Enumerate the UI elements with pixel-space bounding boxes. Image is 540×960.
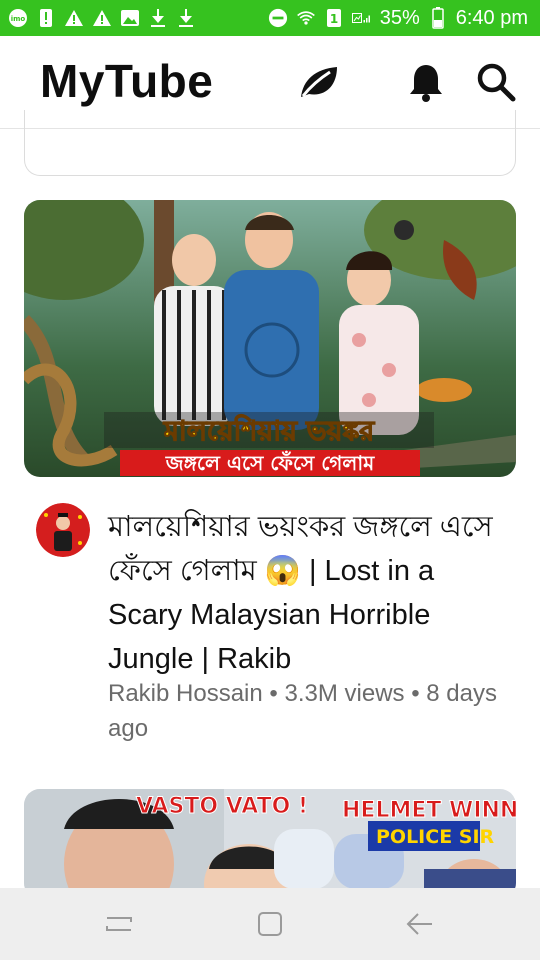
- previous-video-card[interactable]: [24, 110, 516, 176]
- thumbnail-caption-line1: মালয়েশিয়ায় ভয়ঙ্কর: [163, 414, 375, 447]
- leaf-icon: [301, 67, 337, 97]
- video-title[interactable]: মালয়েশিয়ার ভয়ংকর জঙ্গলে এসে ফেঁসে গেল…: [108, 505, 498, 681]
- home-icon: [258, 912, 282, 936]
- recents-icon: [106, 917, 132, 931]
- thumbnail-text-right-2: POLICE SIR: [376, 826, 495, 848]
- svg-text:imo: imo: [11, 15, 26, 23]
- meta-separator: •: [411, 680, 427, 707]
- home-button[interactable]: [254, 908, 286, 940]
- image-icon: [120, 8, 140, 28]
- navigation-bar: [0, 888, 540, 960]
- thumbnail-text-right-1: HELMET WINNER: [342, 798, 516, 823]
- thumbnail-text-left: VASTO VATO !: [136, 794, 308, 819]
- search-icon: [477, 63, 516, 102]
- battery-percent: 35%: [379, 6, 420, 29]
- video-thumbnail[interactable]: মালয়েশিয়ায় ভয়ঙ্কর জঙ্গলে এসে ফেঁসে গ…: [24, 200, 516, 477]
- back-button[interactable]: [404, 908, 436, 940]
- app-title: MyTube: [40, 55, 214, 107]
- signal-icon: [351, 8, 372, 28]
- download-icon: [176, 8, 196, 28]
- battery-icon: [428, 7, 448, 29]
- bell-icon: [410, 65, 442, 102]
- status-bar-notifications: imo: [8, 8, 196, 28]
- dnd-icon: [268, 8, 288, 28]
- leaf-button[interactable]: [296, 60, 340, 104]
- download-icon: [148, 8, 168, 28]
- wifi-icon: [296, 8, 316, 28]
- notifications-button[interactable]: [404, 60, 448, 104]
- thumbnail-caption-line2: জঙ্গলে এসে ফেঁসে গেলাম: [165, 451, 375, 475]
- svg-text:1: 1: [330, 12, 338, 26]
- recents-button[interactable]: [103, 908, 135, 940]
- sim1-icon: 1: [324, 8, 344, 28]
- back-arrow-icon: [406, 913, 432, 935]
- meta-separator: •: [269, 680, 285, 707]
- status-bar: imo 1 35% 6:40 pm: [0, 0, 540, 36]
- video-meta: Rakib Hossain • 3.3M views • 8 days ago: [108, 676, 498, 746]
- video-thumbnail[interactable]: VASTO VATO ! HELMET WINNER POLICE SIR: [24, 789, 516, 899]
- alert-icon: [36, 8, 56, 28]
- warning-icon: [64, 8, 84, 28]
- status-bar-system: 1 35% 6:40 pm: [268, 7, 528, 30]
- warning-icon: [92, 8, 112, 28]
- imo-icon: imo: [8, 8, 28, 28]
- view-count: 3.3M views: [284, 680, 405, 707]
- channel-name[interactable]: Rakib Hossain: [108, 680, 263, 707]
- search-button[interactable]: [474, 60, 518, 104]
- thumbnail-image: VASTO VATO ! HELMET WINNER POLICE SIR: [24, 789, 516, 899]
- thumbnail-image: মালয়েশিয়ায় ভয়ঙ্কর জঙ্গলে এসে ফেঁসে গ…: [24, 200, 516, 477]
- clock: 6:40 pm: [455, 6, 528, 29]
- channel-avatar[interactable]: [36, 503, 90, 557]
